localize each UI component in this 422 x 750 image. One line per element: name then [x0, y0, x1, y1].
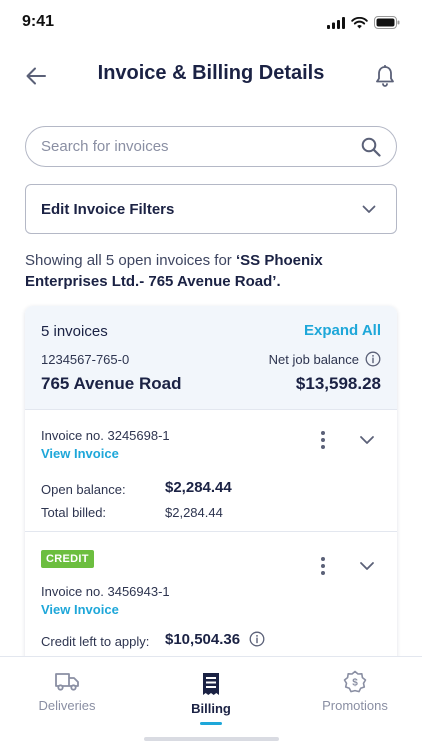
signal-icon: [327, 16, 345, 29]
search-input[interactable]: [41, 138, 360, 155]
notifications-button[interactable]: [372, 62, 398, 90]
summary-prefix: Showing all 5 open invoices for: [25, 252, 236, 269]
bell-icon: [376, 65, 394, 87]
receipt-icon: [203, 673, 219, 695]
credit-left-value: $10,504.36: [165, 631, 241, 648]
filters-label: Edit Invoice Filters: [41, 200, 175, 218]
dollar-badge-icon: $: [343, 670, 367, 693]
invoice-number: Invoice no. 3245698-1: [41, 428, 170, 443]
tab-label: Promotions: [322, 698, 388, 713]
invoice-number: Invoice no. 3456943-1: [41, 584, 170, 599]
status-icons: [327, 16, 400, 29]
search-icon[interactable]: [360, 136, 382, 158]
credit-badge: CREDIT: [41, 550, 94, 568]
invoice-summary: Showing all 5 open invoices for ‘SS Phoe…: [25, 250, 405, 292]
chevron-down-icon[interactable]: [359, 434, 375, 446]
tab-label: Billing: [191, 701, 231, 716]
info-icon[interactable]: [365, 351, 381, 367]
more-options-icon[interactable]: [317, 430, 329, 450]
chevron-down-icon[interactable]: [359, 560, 375, 572]
tab-deliveries[interactable]: Deliveries: [0, 657, 137, 750]
total-billed-value: $2,284.44: [165, 505, 223, 520]
open-balance-value: $2,284.44: [165, 479, 232, 496]
chevron-down-icon: [362, 205, 376, 213]
page-title: Invoice & Billing Details: [97, 62, 325, 84]
account-number: 1234567-765-0: [41, 352, 130, 367]
credit-left-label: Credit left to apply:: [41, 634, 150, 649]
invoice-filters-dropdown[interactable]: Edit Invoice Filters: [25, 184, 397, 234]
invoice-item: Invoice no. 3245698-1 View Invoice Open …: [25, 410, 397, 532]
truck-icon: [55, 673, 79, 691]
view-invoice-link[interactable]: View Invoice: [41, 446, 119, 461]
net-balance-value: $13,598.28: [295, 374, 381, 393]
account-address: 765 Avenue Road: [41, 374, 182, 393]
net-balance-label: Net job balance: [268, 352, 359, 367]
more-options-icon[interactable]: [317, 556, 329, 576]
status-time: 9:41: [22, 13, 55, 30]
account-card-header: 5 invoices Expand All 1234567-765-0 Net …: [25, 306, 397, 410]
svg-text:$: $: [352, 678, 358, 689]
view-invoice-link[interactable]: View Invoice: [41, 602, 119, 617]
home-indicator: [144, 737, 279, 741]
search-box: [25, 126, 397, 167]
app-header: Invoice & Billing Details: [0, 52, 422, 98]
wifi-icon: [351, 16, 368, 28]
total-billed-label: Total billed:: [41, 505, 107, 520]
info-icon[interactable]: [249, 631, 265, 647]
tab-promotions[interactable]: $ Promotions: [285, 657, 422, 750]
invoice-count: 5 invoices: [41, 323, 108, 340]
active-tab-indicator: [200, 722, 222, 725]
bottom-tab-bar: Deliveries Billing $ Promotions: [0, 656, 422, 750]
status-bar: 9:41: [0, 0, 422, 44]
battery-icon: [374, 16, 400, 29]
open-balance-label: Open balance:: [41, 482, 126, 497]
tab-label: Deliveries: [38, 698, 96, 713]
expand-all-link[interactable]: Expand All: [304, 322, 381, 339]
